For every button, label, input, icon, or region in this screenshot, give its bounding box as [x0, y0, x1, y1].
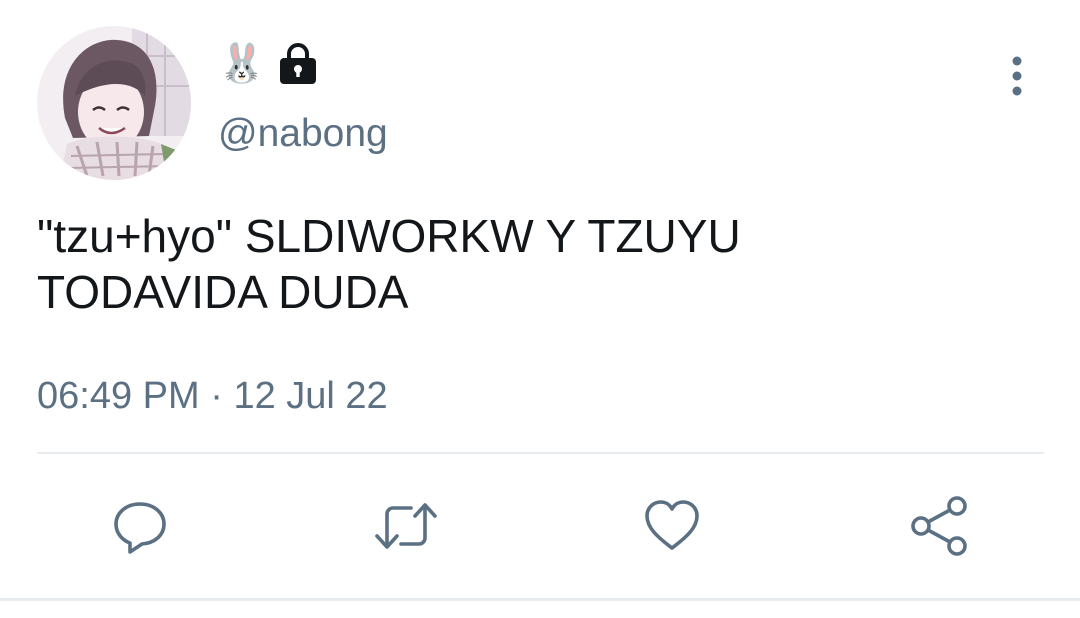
action-bar — [0, 490, 1080, 562]
retweet-icon — [375, 503, 437, 549]
meta-separator: · — [210, 375, 223, 417]
reply-icon — [114, 502, 166, 554]
share-button[interactable] — [903, 490, 975, 562]
display-name[interactable]: 🐰 — [218, 40, 265, 88]
tweet-card: 🐰 @nabong "tzu+hyo" SLDIWORKW Y TZUYU TO… — [0, 0, 1080, 618]
share-icon — [911, 496, 967, 556]
tweet-text: "tzu+hyo" SLDIWORKW Y TZUYU TODAVIDA DUD… — [37, 210, 741, 318]
tweet-time: 06:49 PM — [37, 375, 200, 417]
name-row: 🐰 — [218, 40, 319, 88]
tweet-timestamp[interactable]: 06:49 PM · 12 Jul 22 — [37, 372, 388, 420]
avatar-illustration — [37, 26, 191, 180]
like-button[interactable] — [636, 490, 708, 562]
bottom-divider — [0, 598, 1080, 601]
divider — [37, 452, 1044, 454]
more-vertical-icon — [1012, 56, 1022, 96]
tweet-date: 12 Jul 22 — [233, 375, 388, 417]
more-options-button[interactable] — [996, 50, 1038, 102]
heart-icon — [645, 500, 699, 550]
retweet-button[interactable] — [370, 490, 442, 562]
reply-button[interactable] — [104, 490, 176, 562]
user-handle[interactable]: @nabong — [218, 110, 388, 158]
lock-icon — [277, 42, 319, 86]
avatar[interactable] — [37, 26, 191, 180]
